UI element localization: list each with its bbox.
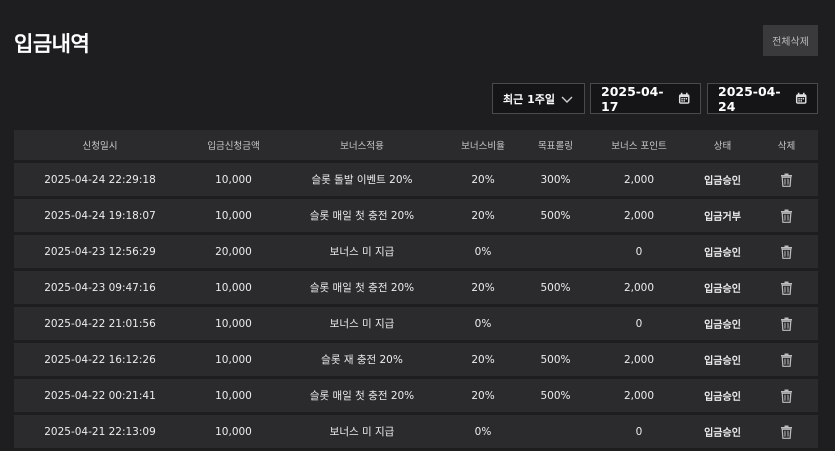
- deposit-table: 신청일시 입금신청금액 보너스적용 보너스비율 목표롤링 보너스 포인트 상태 …: [14, 130, 818, 451]
- delete-cell: [755, 209, 818, 223]
- cell-request-time: 2025-04-22 16:12:26: [44, 353, 156, 366]
- table-row: 2025-04-24 22:29:18 10,000 슬롯 돌발 이벤트 20% 20…: [14, 163, 818, 196]
- cell-status: 입금승인: [704, 248, 741, 259]
- cell-bonus-rate: 20%: [471, 281, 495, 294]
- trash-icon[interactable]: [780, 389, 793, 403]
- cell-amount: 10,000: [215, 389, 252, 402]
- cell-amount: 10,000: [215, 317, 252, 330]
- header-target-rolling: 목표롤링: [538, 141, 573, 152]
- cell-bonus-rate: 20%: [471, 353, 495, 366]
- calendar-icon[interactable]: [795, 92, 807, 105]
- cell-bonus-points: 2,000: [623, 281, 655, 294]
- cell-status: 입금승인: [704, 392, 741, 403]
- cell-request-time: 2025-04-22 21:01:56: [44, 317, 156, 330]
- cell-bonus-applied: 보너스 미 지급: [329, 318, 395, 330]
- date-from-field[interactable]: 2025-04-17: [590, 83, 701, 114]
- date-from-value: 2025-04-17: [601, 83, 664, 114]
- cell-bonus-points: 2,000: [623, 389, 655, 402]
- cell-bonus-points: 2,000: [623, 209, 655, 222]
- trash-icon[interactable]: [780, 245, 793, 259]
- cell-bonus-points: 0: [635, 425, 643, 438]
- calendar-icon[interactable]: [678, 92, 690, 105]
- cell-bonus-applied: 슬롯 매일 첫 충전 20%: [309, 390, 415, 402]
- trash-icon[interactable]: [780, 353, 793, 367]
- cell-status: 입금승인: [704, 320, 741, 331]
- date-to-value: 2025-04-24: [718, 83, 781, 114]
- table-header: 신청일시 입금신청금액 보너스적용 보너스비율 목표롤링 보너스 포인트 상태 …: [14, 130, 818, 160]
- delete-cell: [755, 245, 818, 259]
- cell-request-time: 2025-04-24 22:29:18: [44, 173, 156, 186]
- cell-status: 입금승인: [704, 356, 741, 367]
- cell-request-time: 2025-04-23 09:47:16: [44, 281, 156, 294]
- header-amount: 입금신청금액: [207, 141, 260, 152]
- cell-bonus-applied: 슬롯 매일 첫 충전 20%: [309, 282, 415, 294]
- header-request-time: 신청일시: [82, 141, 118, 152]
- trash-icon[interactable]: [780, 281, 793, 295]
- delete-cell: [755, 353, 818, 367]
- cell-bonus-points: 0: [635, 317, 643, 330]
- delete-cell: [755, 425, 818, 439]
- table-row: 2025-04-22 16:12:26 10,000 슬롯 재 충전 20% 20% 5…: [14, 343, 818, 376]
- cell-bonus-rate: 0%: [474, 425, 492, 438]
- table-row: 2025-04-22 00:21:41 10,000 슬롯 매일 첫 충전 20% 2…: [14, 379, 818, 412]
- cell-bonus-rate: 20%: [471, 209, 495, 222]
- cell-amount: 10,000: [215, 173, 252, 186]
- cell-bonus-points: 2,000: [623, 353, 655, 366]
- cell-bonus-points: 2,000: [623, 173, 655, 186]
- cell-target-rolling: 500%: [540, 281, 571, 294]
- delete-all-button[interactable]: 전체삭제: [763, 25, 818, 56]
- cell-status: 입금승인: [704, 428, 741, 439]
- trash-icon[interactable]: [780, 173, 793, 187]
- delete-cell: [755, 281, 818, 295]
- cell-bonus-applied: 보너스 미 지급: [329, 426, 395, 438]
- cell-bonus-applied: 보너스 미 지급: [329, 246, 395, 258]
- cell-status: 입금거부: [704, 212, 741, 223]
- delete-cell: [755, 173, 818, 187]
- period-select-value: 최근 1주일: [503, 92, 555, 106]
- cell-bonus-rate: 20%: [471, 389, 495, 402]
- page-title: 입금내역: [14, 32, 90, 56]
- cell-request-time: 2025-04-22 00:21:41: [44, 389, 156, 402]
- cell-target-rolling: 500%: [540, 209, 571, 222]
- table-row: 2025-04-23 12:56:29 20,000 보너스 미 지급 0% 0 입금승인: [14, 235, 818, 268]
- table-row: 2025-04-23 09:47:16 10,000 슬롯 매일 첫 충전 20% 2…: [14, 271, 818, 304]
- trash-icon[interactable]: [780, 209, 793, 223]
- cell-amount: 10,000: [215, 425, 252, 438]
- date-to-field[interactable]: 2025-04-24: [707, 83, 818, 114]
- cell-request-time: 2025-04-23 12:56:29: [44, 245, 156, 258]
- cell-target-rolling: 500%: [540, 353, 571, 366]
- cell-target-rolling: 300%: [540, 173, 571, 186]
- header-status: 상태: [713, 141, 732, 152]
- table-row: 2025-04-24 19:18:07 10,000 슬롯 매일 첫 충전 20% 2…: [14, 199, 818, 232]
- cell-target-rolling: 500%: [540, 389, 571, 402]
- cell-amount: 10,000: [215, 281, 252, 294]
- chevron-down-icon: [561, 96, 573, 103]
- header-bonus-rate: 보너스비율: [461, 141, 505, 152]
- table-row: 2025-04-21 22:13:09 10,000 보너스 미 지급 0% 0 입금승인: [14, 415, 818, 448]
- cell-amount: 10,000: [215, 353, 252, 366]
- delete-cell: [755, 317, 818, 331]
- cell-request-time: 2025-04-21 22:13:09: [44, 425, 156, 438]
- header-bonus-applied: 보너스적용: [340, 141, 384, 152]
- cell-bonus-applied: 슬롯 돌발 이벤트 20%: [311, 174, 413, 186]
- cell-status: 입금승인: [704, 284, 741, 295]
- cell-bonus-rate: 0%: [474, 317, 492, 330]
- cell-bonus-applied: 슬롯 재 충전 20%: [321, 354, 403, 366]
- header-bonus-points: 보너스 포인트: [611, 141, 667, 152]
- cell-bonus-applied: 슬롯 매일 첫 충전 20%: [309, 210, 415, 222]
- table-row: 2025-04-22 21:01:56 10,000 보너스 미 지급 0% 0 입금승인: [14, 307, 818, 340]
- trash-icon[interactable]: [780, 425, 793, 439]
- header-delete: 삭제: [777, 141, 796, 152]
- cell-amount: 20,000: [215, 245, 252, 258]
- trash-icon[interactable]: [780, 317, 793, 331]
- cell-bonus-points: 0: [635, 245, 643, 258]
- delete-cell: [755, 389, 818, 403]
- cell-amount: 10,000: [215, 209, 252, 222]
- cell-bonus-rate: 0%: [474, 245, 492, 258]
- period-select[interactable]: 최근 1주일: [492, 83, 585, 114]
- cell-bonus-rate: 20%: [471, 173, 495, 186]
- cell-status: 입금승인: [704, 176, 741, 187]
- cell-request-time: 2025-04-24 19:18:07: [44, 209, 156, 222]
